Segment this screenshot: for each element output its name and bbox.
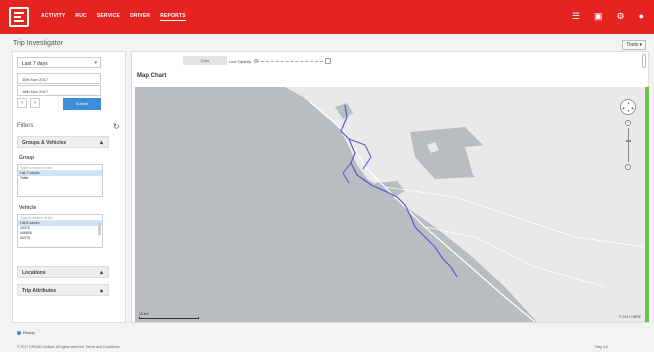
line-opacity-label: Line Opacity xyxy=(229,59,252,64)
zoom-out-button[interactable]: − xyxy=(625,164,631,170)
zoom-slider-handle[interactable] xyxy=(625,140,631,142)
vehicle-listbox[interactable]: Type to search in list List 8 values 403… xyxy=(17,214,103,248)
groups-vehicles-label: Groups & Vehicles xyxy=(22,140,67,146)
scale-bar xyxy=(139,317,199,319)
slider-handle-max[interactable] xyxy=(325,58,331,64)
chevron-up-icon: ▴ xyxy=(99,288,103,294)
filters-label: Filters xyxy=(17,123,34,129)
tab-data[interactable]: Data xyxy=(183,56,227,65)
period-select[interactable]: Last 7 days xyxy=(17,57,101,68)
map-attribution: © 2017 HERE xyxy=(618,315,641,319)
map-graphic xyxy=(285,87,645,322)
eroad-logo-icon[interactable] xyxy=(9,7,29,27)
list-icon[interactable]: ☰ xyxy=(572,11,580,21)
line-opacity-slider[interactable] xyxy=(254,58,331,64)
listbox-scrollbar[interactable] xyxy=(98,223,101,235)
land-mass xyxy=(285,87,645,322)
vehicle-label: Vehicle xyxy=(19,205,37,211)
next-period-button[interactable]: › xyxy=(30,98,40,108)
chevron-up-icon: ▴ xyxy=(99,140,103,146)
zoom-slider[interactable] xyxy=(625,128,631,162)
zoom-in-button[interactable]: + xyxy=(625,120,631,126)
group-listbox[interactable]: Type to search in list List 7 values Tab… xyxy=(17,164,103,197)
locations-label: Locations xyxy=(22,270,46,276)
date-to-input[interactable]: 16th Nov 2017 xyxy=(17,85,101,96)
map-zoom-control: ▲ ▼ ◀ ▶ + − xyxy=(620,99,636,170)
nav-item-activity[interactable]: ACTIVITY xyxy=(41,13,65,21)
group-label: Group xyxy=(19,155,34,161)
map-view[interactable]: ▲ ▼ ◀ ▶ + − 10 km © 2017 HERE xyxy=(135,87,645,322)
panel-scrollbar[interactable] xyxy=(642,54,646,68)
map-scale: 10 km xyxy=(139,312,199,319)
trip-route xyxy=(342,162,352,184)
refresh-icon[interactable]: ↻ xyxy=(113,122,120,131)
tools-button[interactable]: Tools ▾ xyxy=(622,40,646,50)
top-navbar: ACTIVITY RUC SERVICE DRIVER REPORTS ☰ ▣ … xyxy=(0,0,654,34)
prev-period-button[interactable]: ‹ xyxy=(17,98,27,108)
main-nav: ACTIVITY RUC SERVICE DRIVER REPORTS xyxy=(41,13,186,21)
chat-icon[interactable]: ▣ xyxy=(594,11,603,21)
main-panel: Map Data Line Opacity Map Chart xyxy=(131,51,649,323)
list-item[interactable]: AV075 xyxy=(18,236,102,241)
trip-attributes-label: Trip Attributes xyxy=(22,288,56,294)
date-from-input[interactable]: 10th Nov 2017 xyxy=(17,73,101,84)
top-icons: ☰ ▣ ⚙ ● xyxy=(572,11,644,21)
scale-label: 10 km xyxy=(139,312,149,316)
copyright-text[interactable]: © 2017 EROAD Limited. All rights reserve… xyxy=(17,345,120,349)
trip-attributes-accordion[interactable]: Trip Attributes ▴ xyxy=(17,284,109,296)
list-item[interactable]: Table xyxy=(18,176,102,181)
left-panel: Last 7 days 10th Nov 2017 16th Nov 2017 … xyxy=(12,51,126,323)
compass-icon[interactable]: ▲ ▼ ◀ ▶ xyxy=(620,99,636,115)
nav-item-driver[interactable]: DRIVER xyxy=(130,13,150,21)
groups-vehicles-accordion[interactable]: Groups & Vehicles ▴ xyxy=(17,136,109,148)
nav-item-reports[interactable]: REPORTS xyxy=(160,13,186,21)
chevron-up-icon: ▴ xyxy=(99,270,103,276)
page-title: Trip Investigator xyxy=(13,40,63,47)
help-version-link[interactable]: Help 4.6 xyxy=(595,345,608,349)
nav-item-ruc[interactable]: RUC xyxy=(75,13,86,21)
status-indicator: Ready xyxy=(17,330,35,335)
user-icon[interactable]: ● xyxy=(639,11,644,21)
submit-button[interactable]: Submit xyxy=(63,98,101,110)
settings-icon[interactable]: ⚙ xyxy=(616,11,624,21)
nav-item-service[interactable]: SERVICE xyxy=(97,13,120,21)
slider-handle-min[interactable] xyxy=(254,59,258,63)
locations-accordion[interactable]: Locations ▴ xyxy=(17,266,109,278)
map-chart-title: Map Chart xyxy=(137,73,167,79)
